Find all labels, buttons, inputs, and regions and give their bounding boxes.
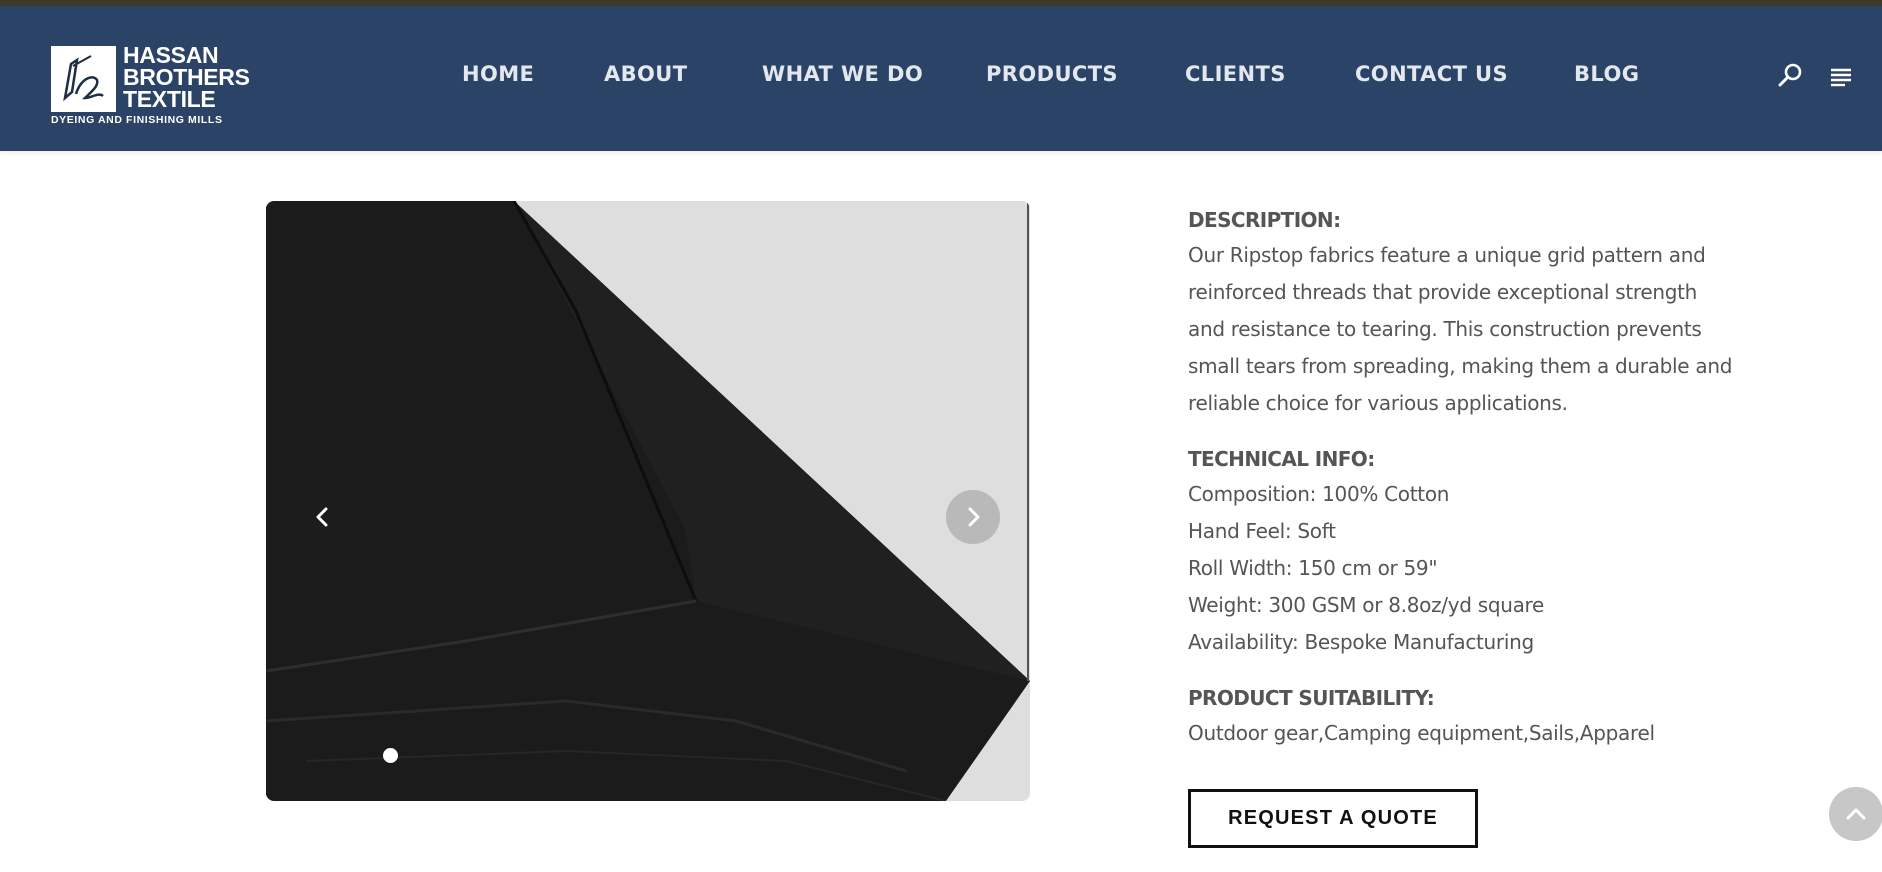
brand-logo[interactable]: HASSAN BROTHERS TEXTILE DYEING AND FINIS… bbox=[51, 40, 251, 130]
slider-next-button[interactable] bbox=[946, 490, 1000, 544]
nav-item-about[interactable]: ABOUT bbox=[604, 62, 688, 86]
description-line: reliable choice for various applications… bbox=[1188, 391, 1568, 415]
brand-name-line2: BROTHERS bbox=[123, 64, 250, 90]
scroll-to-top-button[interactable] bbox=[1829, 787, 1882, 841]
chevron-left-icon bbox=[316, 507, 328, 527]
description-line: Our Ripstop fabrics feature a unique gri… bbox=[1188, 243, 1706, 267]
technical-info-item: Roll Width: 150 cm or 59" bbox=[1188, 556, 1438, 580]
search-icon[interactable] bbox=[1775, 61, 1805, 91]
product-details: DESCRIPTION: Our Ripstop fabrics feature… bbox=[1188, 203, 1768, 752]
suitability-text: Outdoor gear,Camping equipment,Sails,App… bbox=[1188, 721, 1655, 745]
slider-prev-button[interactable] bbox=[296, 490, 350, 544]
nav-item-products[interactable]: PRODUCTS bbox=[986, 62, 1118, 86]
nav-item-contact-us[interactable]: CONTACT US bbox=[1355, 62, 1508, 86]
suitability-heading: PRODUCT SUITABILITY: bbox=[1188, 686, 1435, 710]
menu-icon[interactable] bbox=[1827, 61, 1857, 91]
chevron-up-icon bbox=[1846, 808, 1866, 820]
nav-item-clients[interactable]: CLIENTS bbox=[1185, 62, 1286, 86]
nav-item-what-we-do[interactable]: WHAT WE DO bbox=[762, 62, 923, 86]
request-quote-button[interactable]: REQUEST A QUOTE bbox=[1188, 789, 1478, 848]
nav-item-home[interactable]: HOME bbox=[462, 62, 534, 86]
site-header: HASSAN BROTHERS TEXTILE DYEING AND FINIS… bbox=[0, 6, 1882, 151]
slider-dot[interactable] bbox=[383, 748, 398, 763]
technical-info-item: Availability: Bespoke Manufacturing bbox=[1188, 630, 1534, 654]
technical-info-item: Composition: 100% Cotton bbox=[1188, 482, 1450, 506]
technical-info-list: Composition: 100% Cotton Hand Feel: Soft… bbox=[1188, 476, 1768, 661]
technical-info-item: Weight: 300 GSM or 8.8oz/yd square bbox=[1188, 593, 1545, 617]
technical-info-heading: TECHNICAL INFO: bbox=[1188, 447, 1375, 471]
nav-item-blog[interactable]: BLOG bbox=[1574, 62, 1639, 86]
brand-name-line1: HASSAN bbox=[123, 42, 219, 68]
chevron-right-icon bbox=[968, 507, 980, 527]
description-line: reinforced threads that provide exceptio… bbox=[1188, 280, 1698, 304]
description-line: small tears from spreading, making them … bbox=[1188, 354, 1733, 378]
description-text: Our Ripstop fabrics feature a unique gri… bbox=[1188, 237, 1768, 422]
brand-name: HASSAN BROTHERS TEXTILE bbox=[123, 42, 253, 112]
description-line: and resistance to tearing. This construc… bbox=[1188, 317, 1702, 341]
description-heading: DESCRIPTION: bbox=[1188, 208, 1341, 232]
brand-name-line3: TEXTILE bbox=[123, 86, 216, 112]
product-image-slider[interactable] bbox=[266, 201, 1030, 801]
logo-mark-icon bbox=[51, 46, 116, 112]
technical-info-item: Hand Feel: Soft bbox=[1188, 519, 1336, 543]
brand-tagline: DYEING AND FINISHING MILLS bbox=[51, 114, 223, 126]
product-image-fabric bbox=[266, 201, 1030, 801]
